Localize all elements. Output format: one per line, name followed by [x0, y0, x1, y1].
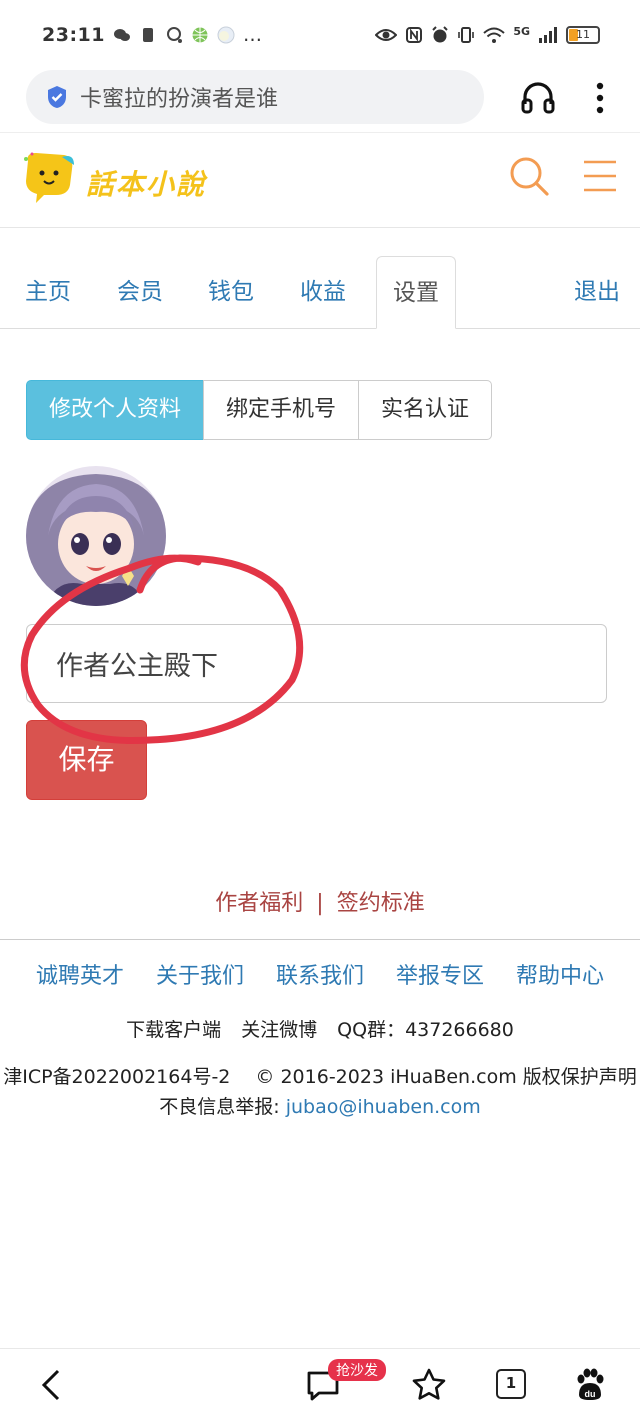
tab-count-icon[interactable]: 1: [496, 1369, 526, 1399]
network-type-label: 5G: [513, 24, 530, 38]
author-links: 作者福利 | 签约标准: [0, 885, 640, 917]
hamburger-menu-icon[interactable]: [582, 159, 618, 193]
link-separator: |: [316, 891, 324, 916]
avatar-illustration: [26, 466, 166, 606]
status-right: 5G 11: [375, 24, 600, 44]
subtab-edit-profile[interactable]: 修改个人资料: [26, 380, 205, 440]
more-notifications-icon: …: [242, 24, 262, 46]
wifi-icon: [483, 27, 505, 43]
tab-wallet[interactable]: 钱包: [208, 256, 254, 328]
tab-membership[interactable]: 会员: [117, 256, 163, 328]
alarm-icon: [432, 26, 449, 43]
subtab-real-name-verification[interactable]: 实名认证: [358, 380, 493, 440]
site-header: 話本小說: [0, 132, 640, 228]
tab-home[interactable]: 主页: [25, 256, 71, 328]
browser-bottom-bar: 抢沙发 1 du: [0, 1348, 640, 1421]
comment-badge: 抢沙发: [328, 1359, 386, 1381]
save-button[interactable]: 保存: [26, 720, 147, 800]
footer-link-report[interactable]: 举报专区: [396, 958, 484, 990]
signal-icon: [539, 27, 557, 43]
shield-icon: [48, 86, 66, 108]
address-bar-text: 卡蜜拉的扮演者是谁: [80, 87, 279, 112]
logo-mascot-icon: [24, 152, 74, 203]
download-client-link[interactable]: 下载客户端: [126, 1019, 221, 1041]
globe-icon: [192, 27, 208, 43]
back-icon[interactable]: [34, 1367, 70, 1403]
footer-info: 下载客户端 关注微博 QQ群：437266680: [0, 1015, 640, 1042]
qq-group-text: QQ群：437266680: [337, 1019, 514, 1041]
follow-weibo-link[interactable]: 关注微博: [241, 1019, 317, 1041]
tab-logout[interactable]: 退出: [574, 256, 620, 328]
report-email-link[interactable]: jubao@ihuaben.com: [286, 1096, 481, 1118]
footer-link-help[interactable]: 帮助中心: [516, 958, 604, 990]
settings-subtabs: 修改个人资料 绑定手机号 实名认证: [26, 380, 493, 440]
star-icon[interactable]: [411, 1367, 447, 1403]
footer-divider: [0, 939, 640, 940]
avatar[interactable]: [26, 466, 166, 606]
site-logo[interactable]: 話本小說: [22, 151, 222, 211]
battery-icon: 11: [566, 26, 600, 44]
footer-links: 诚聘英才 关于我们 联系我们 举报专区 帮助中心: [0, 958, 640, 990]
address-bar[interactable]: 卡蜜拉的扮演者是谁: [26, 70, 484, 124]
footer-link-careers[interactable]: 诚聘英才: [36, 958, 124, 990]
account-tabs: 主页 会员 钱包 收益 设置 退出: [0, 256, 640, 329]
battery-level: 11: [576, 28, 590, 41]
headphone-icon[interactable]: [520, 80, 556, 116]
tab-earnings[interactable]: 收益: [300, 256, 346, 328]
status-bar: 23:11 … 5G 11: [0, 0, 640, 70]
svg-text:du: du: [585, 1389, 596, 1399]
chat-bubble-icon: [166, 27, 182, 43]
wechat-icon: [113, 29, 130, 41]
logo-text: 話本小說: [86, 168, 207, 201]
footer-link-contact[interactable]: 联系我们: [276, 958, 364, 990]
subtab-bind-phone[interactable]: 绑定手机号: [203, 380, 360, 440]
vibrate-icon: [458, 27, 475, 43]
search-icon[interactable]: [508, 155, 550, 197]
sim-card-icon: [142, 28, 153, 42]
baidu-paw-icon[interactable]: du: [572, 1367, 608, 1403]
nickname-input[interactable]: [26, 624, 607, 703]
status-time: 23:11: [42, 24, 105, 46]
author-welfare-link[interactable]: 作者福利: [215, 891, 303, 916]
moon-app-icon: [217, 26, 235, 44]
status-left: 23:11 …: [42, 24, 262, 46]
contract-standard-link[interactable]: 签约标准: [337, 891, 425, 916]
tab-settings[interactable]: 设置: [376, 256, 456, 329]
eye-icon: [375, 29, 398, 41]
footer-legal: 津ICP备2022002164号-2 © 2016-2023 iHuaBen.c…: [0, 1062, 640, 1122]
nfc-icon: [406, 27, 423, 43]
footer-link-about[interactable]: 关于我们: [156, 958, 244, 990]
more-menu-icon[interactable]: [588, 80, 612, 116]
